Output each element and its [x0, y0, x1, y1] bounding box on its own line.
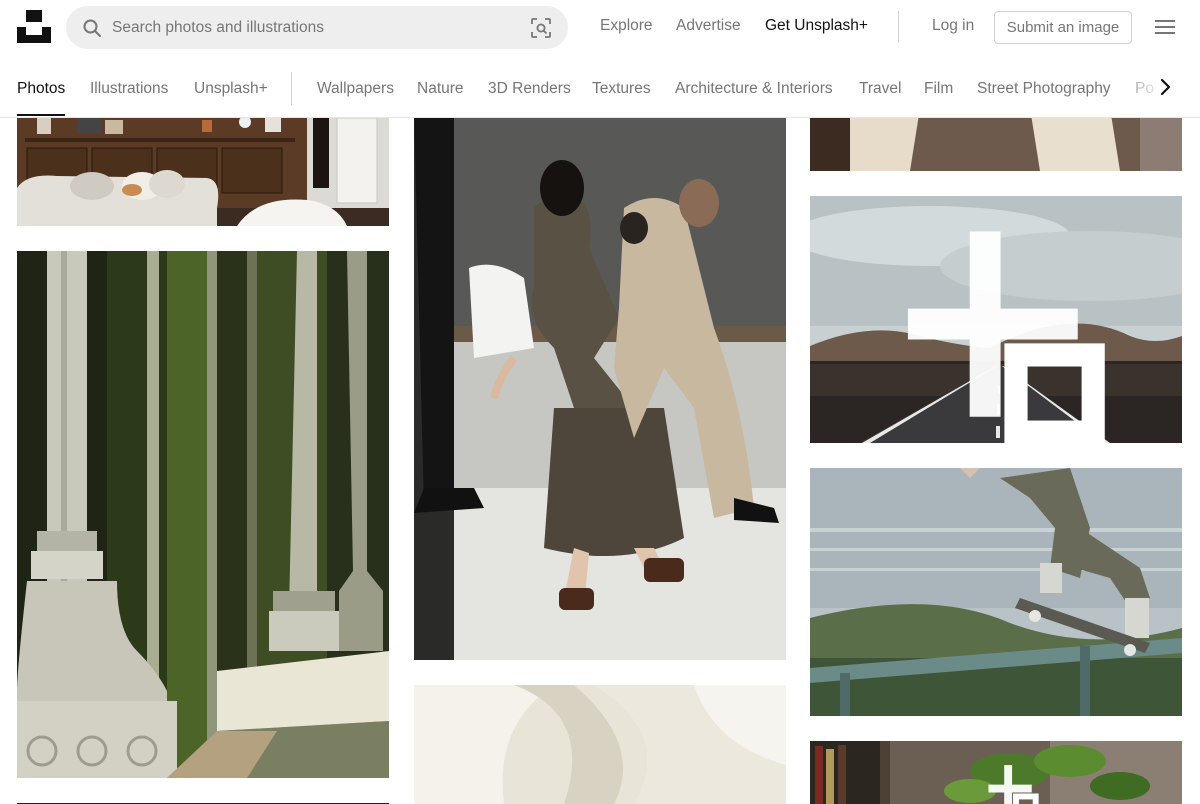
tab-nature[interactable]: Nature [417, 80, 464, 98]
photo-houseplant[interactable] [810, 741, 1182, 804]
photo-skateboarder[interactable] [810, 468, 1182, 716]
hamburger-menu-icon[interactable] [1154, 18, 1176, 36]
photo-beige-abstract[interactable] [414, 685, 786, 804]
unsplash-plus-icon [907, 231, 1105, 443]
tab-street-photography[interactable]: Street Photography [977, 80, 1111, 98]
nav-advertise[interactable]: Advertise [676, 17, 741, 35]
header-divider [898, 11, 899, 43]
search-icon[interactable] [82, 18, 102, 38]
chevron-right-icon[interactable] [1154, 76, 1176, 98]
tab-photos[interactable]: Photos [17, 80, 65, 98]
tab-divider [291, 72, 292, 105]
nav-get-unsplash-plus[interactable]: Get Unsplash+ [765, 17, 868, 35]
photo-stone-columns[interactable] [17, 251, 389, 778]
photo-desert-road[interactable] [810, 196, 1182, 443]
photo-fashion-dancers[interactable] [414, 108, 786, 660]
unsplash-logo[interactable] [17, 10, 51, 43]
tab-textures[interactable]: Textures [592, 80, 651, 98]
top-header: Explore Advertise Get Unsplash+ Log in S… [0, 0, 1200, 56]
visual-search-icon[interactable] [530, 17, 552, 39]
tab-3d-renders[interactable]: 3D Renders [488, 80, 571, 98]
search-bar[interactable] [66, 6, 568, 49]
search-input[interactable] [112, 12, 512, 43]
unsplash-plus-icon [988, 764, 1039, 804]
submit-image-button[interactable]: Submit an image [994, 11, 1132, 44]
tab-travel[interactable]: Travel [859, 80, 902, 98]
active-tab-indicator [17, 114, 65, 116]
tab-wallpapers[interactable]: Wallpapers [317, 80, 394, 98]
tab-illustrations[interactable]: Illustrations [90, 80, 168, 98]
login-link[interactable]: Log in [932, 17, 974, 35]
tab-film[interactable]: Film [924, 80, 953, 98]
tab-architecture-interiors[interactable]: Architecture & Interiors [675, 80, 833, 98]
photo-living-room[interactable] [17, 108, 389, 226]
category-tabs: Photos Illustrations Unsplash+ Wallpaper… [0, 56, 1200, 118]
tab-unsplash-plus[interactable]: Unsplash+ [194, 80, 268, 98]
nav-explore[interactable]: Explore [600, 17, 653, 35]
